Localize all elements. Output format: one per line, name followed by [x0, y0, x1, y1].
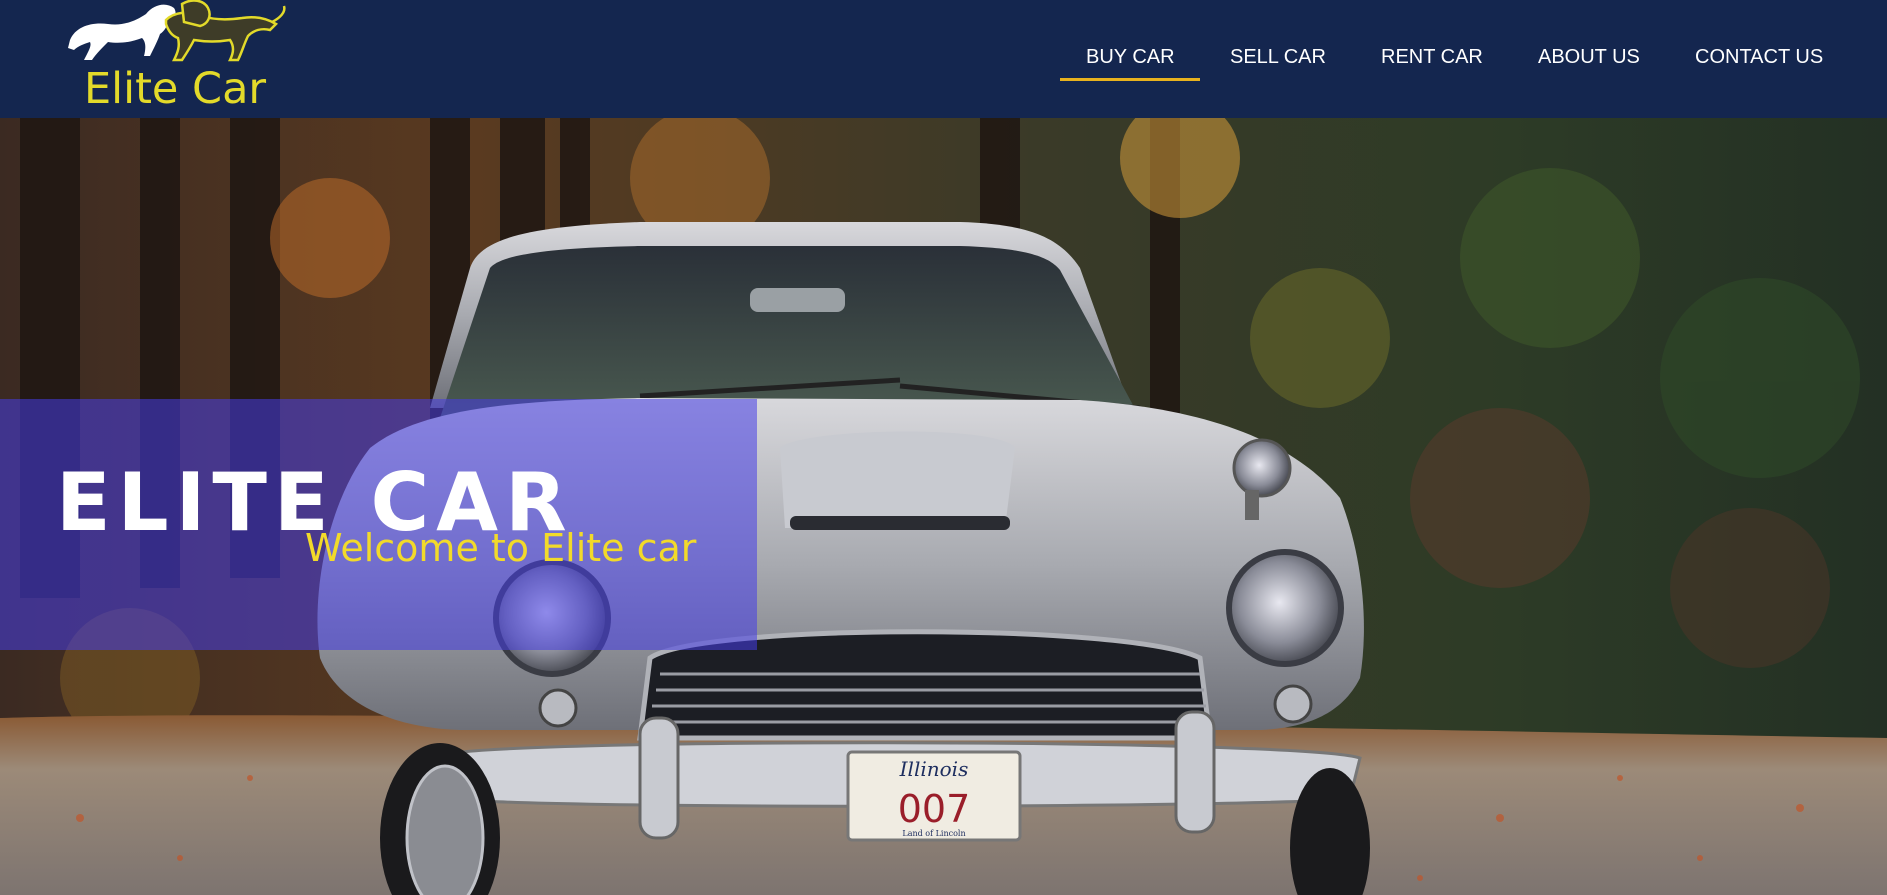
nav-contact-us[interactable]: CONTACT US [1695, 46, 1823, 70]
hero-section: Illinois 007 Land of Lincoln ELITE CAR W… [0, 118, 1887, 895]
plate-tagline: Land of Lincoln [902, 829, 965, 838]
active-nav-underline [1060, 78, 1200, 81]
navbar: Elite Car BUY CAR SELL CAR RENT CAR ABOU… [0, 0, 1887, 118]
plate-state: Illinois [899, 757, 969, 781]
nav-rent-car[interactable]: RENT CAR [1381, 46, 1483, 70]
hero-subtitle: Welcome to Elite car [305, 526, 697, 570]
plate-number: 007 [898, 787, 971, 831]
lion-icon [68, 0, 286, 62]
nav-sell-car[interactable]: SELL CAR [1230, 46, 1326, 70]
nav-about-us[interactable]: ABOUT US [1538, 46, 1640, 70]
nav-buy-car[interactable]: BUY CAR [1086, 46, 1175, 70]
logo[interactable]: Elite Car [62, 0, 290, 116]
logo-text: Elite Car [84, 64, 267, 114]
